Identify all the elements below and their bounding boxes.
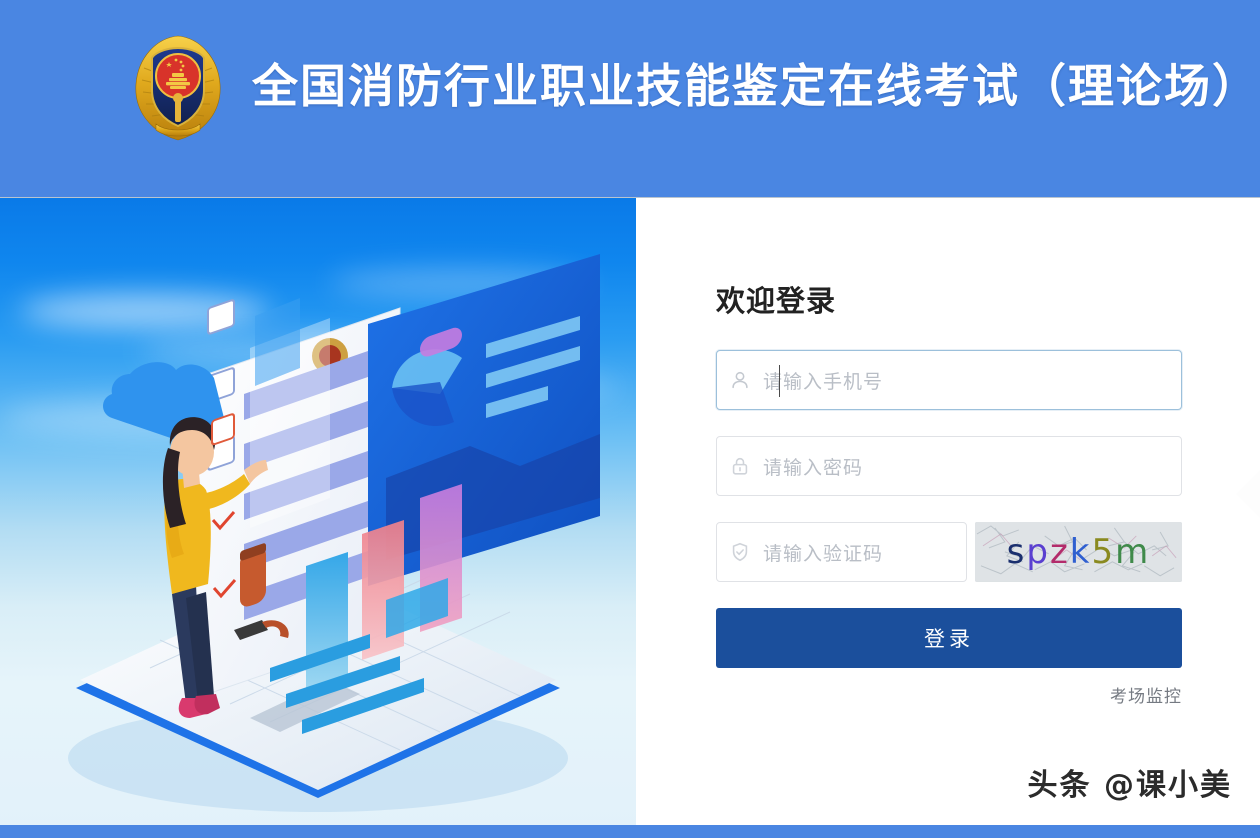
watermark: 头条 @课小美 bbox=[1027, 768, 1232, 803]
login-form: 欢迎登录 请输入手机号 请输入密码 请输入验证码 spzk5m 登录 考场监控 bbox=[716, 278, 1182, 707]
footer-strip bbox=[0, 825, 1260, 838]
shield-check-icon bbox=[717, 541, 763, 563]
page-header: 全国消防行业职业技能鉴定在线考试（理论场） bbox=[0, 0, 1260, 198]
lock-icon bbox=[717, 455, 763, 477]
exam-monitor-link[interactable]: 考场监控 bbox=[716, 682, 1182, 707]
text-caret bbox=[779, 365, 780, 397]
panel-notch-decoration bbox=[1235, 465, 1260, 523]
login-button[interactable]: 登录 bbox=[716, 608, 1182, 668]
welcome-heading: 欢迎登录 bbox=[716, 284, 837, 318]
user-icon bbox=[717, 369, 763, 391]
login-page: 全国消防行业职业技能鉴定在线考试（理论场） 欢迎登录 请输入手机号 请输入密码 … bbox=[0, 0, 1260, 838]
isometric-exam-illustration bbox=[68, 254, 600, 812]
captcha-image[interactable]: spzk5m bbox=[974, 522, 1182, 582]
captcha-text: spzk5m bbox=[1006, 532, 1151, 572]
password-field[interactable]: 请输入密码 bbox=[716, 436, 1182, 496]
captcha-input-placeholder[interactable]: 请输入验证码 bbox=[763, 539, 966, 566]
page-title: 全国消防行业职业技能鉴定在线考试（理论场） bbox=[252, 59, 1260, 113]
fire-service-emblem-icon bbox=[126, 28, 230, 144]
phone-field[interactable]: 请输入手机号 bbox=[716, 350, 1182, 410]
captcha-row: 请输入验证码 spzk5m bbox=[716, 522, 1182, 582]
captcha-field[interactable]: 请输入验证码 bbox=[716, 522, 967, 582]
login-panel: 欢迎登录 请输入手机号 请输入密码 请输入验证码 spzk5m 登录 考场监控 bbox=[636, 198, 1260, 838]
password-input-placeholder[interactable]: 请输入密码 bbox=[763, 453, 1181, 480]
phone-input-placeholder[interactable]: 请输入手机号 bbox=[763, 367, 1181, 394]
page-body: 欢迎登录 请输入手机号 请输入密码 请输入验证码 spzk5m 登录 考场监控 bbox=[0, 198, 1260, 838]
illustration-panel bbox=[0, 198, 636, 838]
